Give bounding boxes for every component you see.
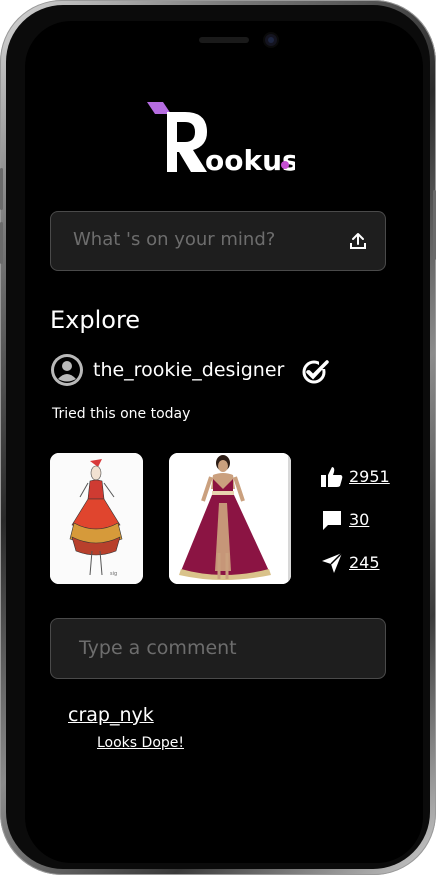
- post-image-sketch[interactable]: sig: [50, 453, 143, 584]
- user-avatar-icon[interactable]: [50, 353, 84, 387]
- burgundy-gown-image: [169, 453, 291, 584]
- volume-down-button: [0, 222, 3, 264]
- explore-heading: Explore: [50, 306, 141, 334]
- earpiece-speaker: [199, 37, 249, 43]
- rookus-logo: ookus: [147, 102, 295, 176]
- post-image-gown[interactable]: [169, 453, 291, 584]
- upload-icon[interactable]: [349, 232, 367, 250]
- dress-sketch-image: sig: [50, 453, 143, 584]
- thumbs-up-icon[interactable]: [320, 465, 344, 489]
- comments-count[interactable]: 30: [349, 510, 369, 529]
- svg-text:sig: sig: [110, 571, 117, 577]
- post-composer-placeholder: What 's on your mind?: [73, 229, 276, 250]
- post-composer-input[interactable]: What 's on your mind?: [50, 211, 386, 271]
- likes-count[interactable]: 2951: [349, 467, 390, 486]
- post-caption: Tried this one today: [52, 406, 191, 422]
- send-icon[interactable]: [320, 551, 344, 575]
- front-camera: [265, 34, 277, 46]
- shares-count[interactable]: 245: [349, 553, 380, 572]
- comment-input[interactable]: Type a comment: [50, 618, 386, 679]
- comment-author[interactable]: crap_nyk: [68, 704, 154, 726]
- post-author-username[interactable]: the_rookie_designer: [93, 359, 284, 381]
- comment-bubble-icon[interactable]: [320, 508, 344, 532]
- logo-wordmark: ookus: [205, 144, 295, 176]
- comment-input-placeholder: Type a comment: [79, 637, 237, 659]
- volume-up-button: [0, 168, 3, 210]
- verified-check-icon: [302, 360, 329, 384]
- comment-text: Looks Dope!: [97, 735, 184, 751]
- app-screen: ookus What 's on your mind? Explore the_…: [25, 21, 423, 863]
